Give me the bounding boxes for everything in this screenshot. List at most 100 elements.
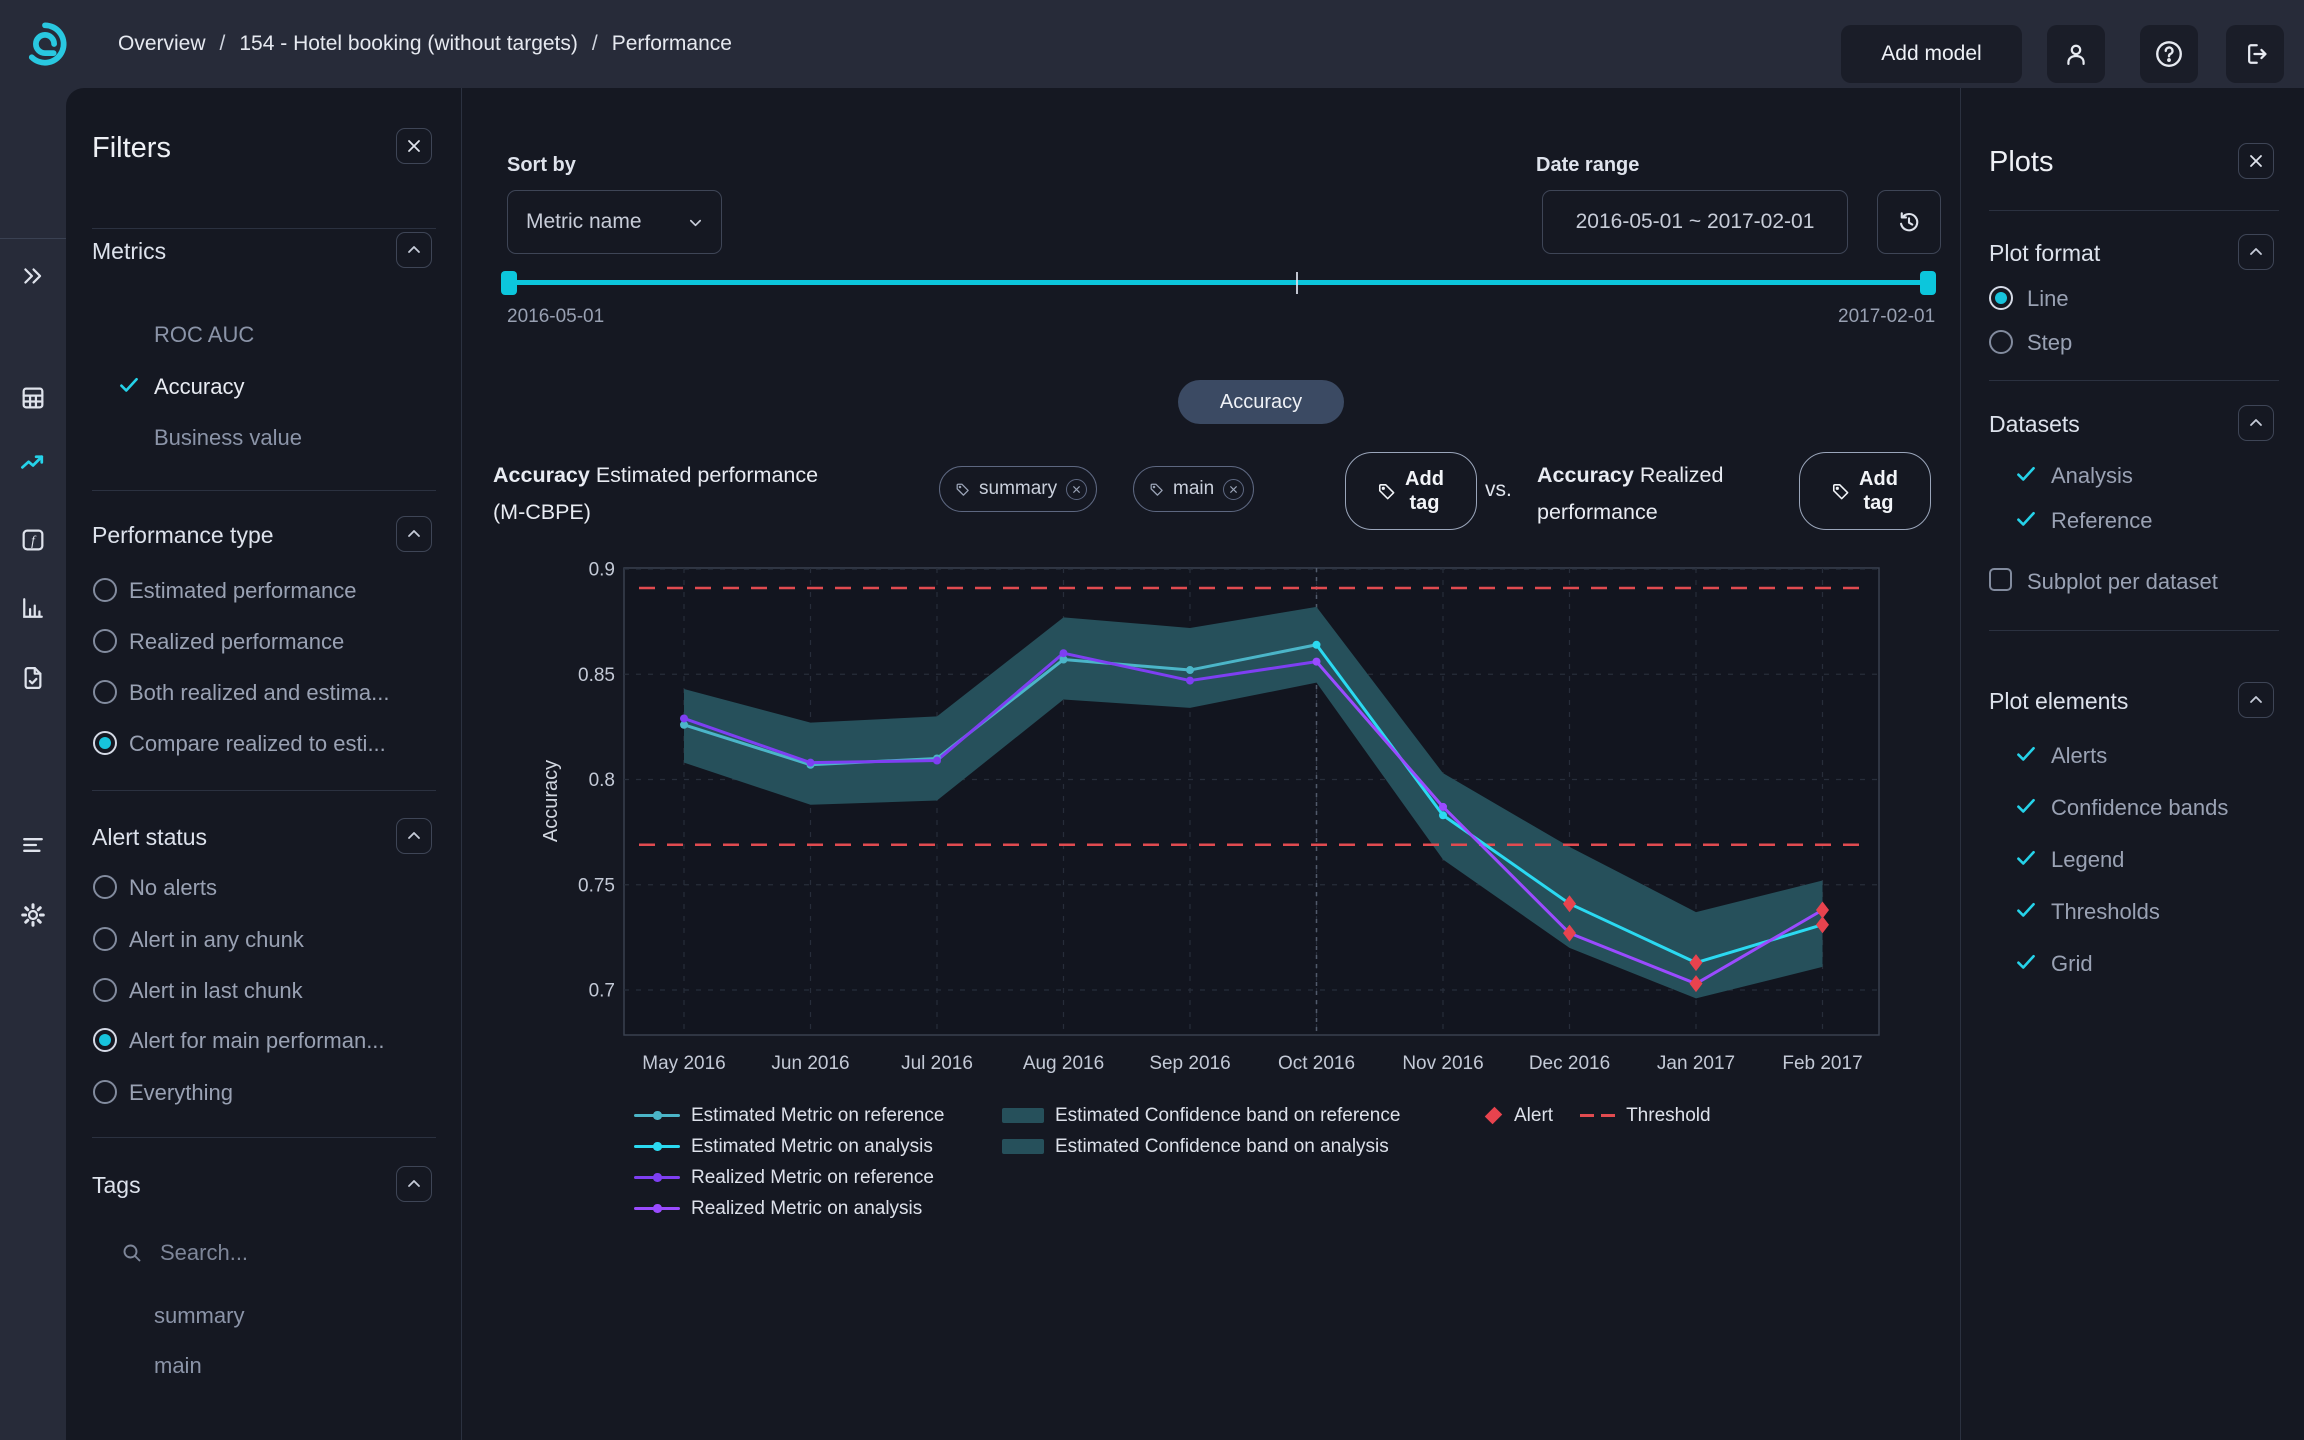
plot-element-alerts[interactable]: Alerts bbox=[2051, 743, 2107, 769]
radio-everything[interactable] bbox=[93, 1080, 117, 1104]
datasets-collapse-button[interactable] bbox=[2238, 405, 2274, 441]
radio-alert-main-performance[interactable] bbox=[93, 1028, 117, 1052]
plot-elements-section-title: Plot elements bbox=[1989, 688, 2129, 714]
add-tag-button-left[interactable]: Add tag bbox=[1345, 452, 1477, 530]
content-area: Filters Metrics ROC AUC Accuracy Busines… bbox=[66, 88, 2304, 1440]
tag-chip-summary[interactable]: summary bbox=[939, 466, 1098, 512]
filters-close-button[interactable] bbox=[396, 128, 432, 164]
tag-item-summary[interactable]: summary bbox=[154, 1303, 244, 1329]
legend-item[interactable]: Estimated Metric on reference bbox=[634, 1100, 944, 1131]
remove-tag-button[interactable] bbox=[1223, 478, 1245, 500]
help-button[interactable] bbox=[2140, 25, 2198, 83]
performance-type-collapse-button[interactable] bbox=[396, 516, 432, 552]
legend-label[interactable]: Alert bbox=[1514, 1105, 1553, 1127]
title-rest: Realized bbox=[1639, 463, 1724, 487]
tag-item-main[interactable]: main bbox=[154, 1353, 202, 1379]
radio-compare-realized-estimated[interactable] bbox=[93, 731, 117, 755]
radio-label[interactable]: Alert in any chunk bbox=[129, 927, 304, 953]
svg-text:0.85: 0.85 bbox=[578, 665, 615, 686]
chevron-down-icon bbox=[688, 215, 703, 230]
plot-element-confidence-bands[interactable]: Confidence bands bbox=[2051, 795, 2228, 821]
date-range-input[interactable]: 2016-05-01 ~ 2017-02-01 bbox=[1542, 190, 1848, 254]
radio-alert-last-chunk[interactable] bbox=[93, 978, 117, 1002]
section-divider bbox=[1989, 380, 2279, 381]
radio-plot-format-line[interactable] bbox=[1989, 286, 2013, 310]
rail-logs-button[interactable] bbox=[0, 821, 66, 869]
slider-handle-end[interactable] bbox=[1920, 271, 1936, 295]
radio-label[interactable]: No alerts bbox=[129, 875, 217, 901]
sort-by-dropdown[interactable]: Metric name bbox=[507, 190, 722, 254]
rail-settings-button[interactable] bbox=[0, 891, 66, 939]
metric-item-accuracy[interactable]: Accuracy bbox=[154, 374, 244, 400]
rail-concept-drift-button[interactable]: f bbox=[0, 516, 66, 564]
radio-label[interactable]: Estimated performance bbox=[129, 578, 356, 604]
radio-label[interactable]: Realized performance bbox=[129, 629, 344, 655]
tag-chip-label: main bbox=[1173, 478, 1215, 499]
subplot-per-dataset-checkbox[interactable] bbox=[1989, 568, 2012, 591]
legend-item[interactable]: Estimated Metric on analysis bbox=[634, 1131, 944, 1162]
check-icon bbox=[2015, 795, 2037, 817]
tag-chip-main[interactable]: main bbox=[1133, 466, 1255, 512]
alert-status-collapse-button[interactable] bbox=[396, 818, 432, 854]
plot-element-thresholds[interactable]: Thresholds bbox=[2051, 899, 2160, 925]
user-button[interactable] bbox=[2047, 25, 2105, 83]
radio-label[interactable]: Alert for main performan... bbox=[129, 1028, 385, 1054]
breadcrumb-model[interactable]: 154 - Hotel booking (without targets) bbox=[239, 32, 578, 56]
plots-close-button[interactable] bbox=[2238, 143, 2274, 179]
radio-label[interactable]: Both realized and estima... bbox=[129, 680, 389, 706]
nannyml-logo[interactable] bbox=[22, 21, 68, 67]
metric-item-business-value[interactable]: Business value bbox=[154, 425, 302, 451]
dataset-item-reference[interactable]: Reference bbox=[2051, 508, 2153, 534]
legend-label: Estimated Confidence band on analysis bbox=[1055, 1135, 1389, 1157]
rail-data-table-button[interactable] bbox=[0, 374, 66, 422]
plot-format-collapse-button[interactable] bbox=[2238, 234, 2274, 270]
rail-distribution-button[interactable] bbox=[0, 584, 66, 632]
radio-realized-performance[interactable] bbox=[93, 629, 117, 653]
radio-label[interactable]: Everything bbox=[129, 1080, 233, 1106]
performance-chart[interactable]: 0.9 0.85 0.8 0.75 0.7 May 2016 Jun 2016 Jul 201… bbox=[529, 555, 1904, 1100]
date-range-reset-button[interactable] bbox=[1877, 190, 1941, 254]
legend-item[interactable]: Realized Metric on analysis bbox=[634, 1193, 944, 1224]
legend-item[interactable]: Realized Metric on reference bbox=[634, 1162, 944, 1193]
radio-plot-format-step[interactable] bbox=[1989, 330, 2013, 354]
legend-item[interactable]: Estimated Confidence band on analysis bbox=[1002, 1131, 1400, 1162]
radio-label[interactable]: Compare realized to esti... bbox=[129, 731, 386, 757]
plot-element-grid[interactable]: Grid bbox=[2051, 951, 2093, 977]
date-range-label: Date range bbox=[1536, 154, 1640, 176]
radio-both-realized-estimated[interactable] bbox=[93, 680, 117, 704]
slider-handle-start[interactable] bbox=[501, 271, 517, 295]
radio-alert-any-chunk[interactable] bbox=[93, 927, 117, 951]
legend-label[interactable]: Threshold bbox=[1626, 1105, 1711, 1127]
dataset-item-analysis[interactable]: Analysis bbox=[2051, 463, 2133, 489]
breadcrumb-performance[interactable]: Performance bbox=[612, 32, 732, 56]
user-icon bbox=[2062, 40, 2090, 68]
radio-estimated-performance[interactable] bbox=[93, 578, 117, 602]
plot-elements-collapse-button[interactable] bbox=[2238, 682, 2274, 718]
metric-pill-accuracy[interactable]: Accuracy bbox=[1178, 380, 1344, 424]
trend-up-icon bbox=[18, 448, 48, 478]
tags-collapse-button[interactable] bbox=[396, 1166, 432, 1202]
remove-tag-button[interactable] bbox=[1066, 478, 1088, 500]
logout-button[interactable] bbox=[2226, 25, 2284, 83]
metrics-collapse-button[interactable] bbox=[396, 232, 432, 268]
radio-no-alerts[interactable] bbox=[93, 875, 117, 899]
breadcrumb-overview[interactable]: Overview bbox=[118, 32, 206, 56]
add-tag-label: Add tag bbox=[1859, 468, 1898, 514]
legend-swatch-line bbox=[634, 1204, 680, 1213]
tag-icon bbox=[955, 482, 970, 497]
expand-sidebar-button[interactable] bbox=[0, 252, 66, 300]
legend-item[interactable]: Estimated Confidence band on reference bbox=[1002, 1100, 1400, 1131]
subplot-per-dataset-label[interactable]: Subplot per dataset bbox=[2027, 569, 2218, 595]
metric-item-roc-auc[interactable]: ROC AUC bbox=[154, 322, 254, 348]
rail-reports-button[interactable] bbox=[0, 654, 66, 702]
radio-label[interactable]: Alert in last chunk bbox=[129, 978, 303, 1004]
chevron-up-icon bbox=[406, 828, 422, 844]
radio-label[interactable]: Step bbox=[2027, 330, 2072, 356]
add-model-button[interactable]: Add model bbox=[1841, 25, 2022, 83]
plot-element-legend[interactable]: Legend bbox=[2051, 847, 2124, 873]
rail-performance-button[interactable] bbox=[0, 439, 66, 487]
radio-label[interactable]: Line bbox=[2027, 286, 2069, 312]
date-range-slider[interactable] bbox=[507, 280, 1934, 285]
add-tag-button-right[interactable]: Add tag bbox=[1799, 452, 1931, 530]
tags-search-input[interactable]: Search... bbox=[120, 1240, 248, 1266]
